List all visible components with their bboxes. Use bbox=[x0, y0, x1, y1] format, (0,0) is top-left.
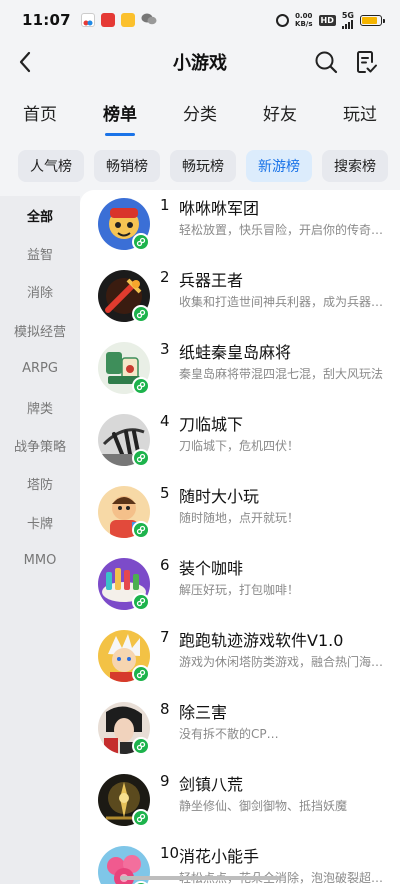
mini-program-badge-icon bbox=[132, 737, 150, 755]
yellow-app-notification-icon bbox=[120, 13, 135, 27]
status-time: 11:07 bbox=[22, 11, 71, 29]
my-games-button[interactable] bbox=[352, 48, 380, 76]
game-row[interactable]: 3 纸蛙秦皇岛麻将 秦皇岛麻将带混四混七混，刮大风玩法 bbox=[80, 334, 400, 406]
game-name: 纸蛙秦皇岛麻将 bbox=[179, 343, 292, 362]
battery-fill bbox=[362, 16, 378, 24]
game-row[interactable]: 1 咻咻咻军团 轻松放置，快乐冒险，开启你的传奇之旅 bbox=[80, 190, 400, 262]
category-simulation[interactable]: 模拟经营 bbox=[0, 311, 80, 349]
network-speed: 0.00 KB/s bbox=[295, 12, 312, 28]
game-name: 除三害 bbox=[179, 703, 228, 722]
game-row[interactable]: 6 装个咖啡 解压好玩，打包咖啡！ bbox=[80, 550, 400, 622]
checklist-icon bbox=[357, 51, 377, 73]
category-match[interactable]: 消除 bbox=[0, 273, 80, 311]
game-name: 剑镇八荒 bbox=[179, 775, 244, 794]
hd-badge: HD bbox=[318, 14, 336, 26]
game-name: 刀临城下 bbox=[179, 415, 244, 434]
status-indicators: 0.00 KB/s HD 5G bbox=[276, 10, 385, 29]
category-sidebar: 全部 益智 消除 模拟经营 ARPG 牌类 战争策略 塔防 卡牌 MMO bbox=[0, 196, 80, 884]
chip-search[interactable]: 搜索榜 bbox=[322, 150, 388, 182]
game-row[interactable]: 9 剑镇八荒 静坐修仙、御剑御物、抵挡妖魔 bbox=[80, 766, 400, 838]
page-title: 小游戏 bbox=[173, 53, 227, 74]
notification-icons bbox=[80, 11, 157, 30]
game-description: 静坐修仙、御剑御物、抵挡妖魔 bbox=[179, 799, 348, 813]
category-mmo[interactable]: MMO bbox=[0, 542, 80, 580]
status-bar: 11:07 0.00 KB/s HD 5G bbox=[0, 0, 400, 40]
main-tabs: 首页 榜单 分类 好友 玩过 bbox=[0, 92, 400, 138]
category-puzzle[interactable]: 益智 bbox=[0, 234, 80, 272]
network-type: 5G bbox=[341, 10, 354, 20]
alarm-icon bbox=[276, 13, 290, 27]
game-name: 消花小能手 bbox=[179, 847, 260, 866]
chip-new-games[interactable]: 新游榜 bbox=[246, 150, 312, 182]
tab-friends[interactable]: 好友 bbox=[240, 92, 320, 138]
mini-program-badge-icon bbox=[132, 665, 150, 683]
chevron-left-icon bbox=[19, 51, 31, 73]
tab-categories[interactable]: 分类 bbox=[160, 92, 240, 138]
search-button[interactable] bbox=[312, 48, 340, 76]
red-app-notification-icon bbox=[100, 13, 115, 27]
mini-program-badge-icon bbox=[132, 449, 150, 467]
game-row[interactable]: 4 刀临城下 刀临城下，危机四伏！ bbox=[80, 406, 400, 478]
mini-program-badge-icon bbox=[132, 593, 150, 611]
mini-program-badge-icon bbox=[132, 809, 150, 827]
game-description: 收集和打造世间神兵利器，成为兵器王者 bbox=[179, 295, 384, 309]
mini-program-badge-icon bbox=[132, 377, 150, 395]
tab-home[interactable]: 首页 bbox=[0, 92, 80, 138]
game-description: 游戏为休闲塔防类游戏，融合热门海岛元素 bbox=[179, 655, 384, 669]
tab-rankings[interactable]: 榜单 bbox=[80, 92, 160, 138]
game-row[interactable]: 8 除三害 没有拆不散的CP… bbox=[80, 694, 400, 766]
chip-popular[interactable]: 人气榜 bbox=[18, 150, 84, 182]
category-cards-classic[interactable]: 牌类 bbox=[0, 388, 80, 426]
game-description: 解压好玩，打包咖啡！ bbox=[179, 583, 300, 597]
network-speed-unit: KB/s bbox=[295, 20, 313, 28]
game-row[interactable]: 2 兵器王者 收集和打造世间神兵利器，成为兵器王者 bbox=[80, 262, 400, 334]
app-header: 小游戏 bbox=[0, 40, 400, 84]
category-ccg[interactable]: 卡牌 bbox=[0, 503, 80, 541]
game-description: 秦皇岛麻将带混四混七混，刮大风玩法 bbox=[179, 367, 384, 381]
chip-most-played[interactable]: 畅玩榜 bbox=[170, 150, 236, 182]
game-list: 1 咻咻咻军团 轻松放置，快乐冒险，开启你的传奇之旅 2 兵器王者 收集和打造世… bbox=[80, 190, 400, 884]
game-description: 刀临城下，危机四伏！ bbox=[179, 439, 300, 453]
mini-program-badge-icon bbox=[132, 305, 150, 323]
signal-icon: 5G bbox=[341, 10, 354, 29]
battery-icon bbox=[360, 14, 385, 26]
category-tower-defense[interactable]: 塔防 bbox=[0, 465, 80, 503]
game-name: 跑跑轨迹游戏软件V1.0 bbox=[179, 631, 344, 650]
wechat-notification-icon bbox=[141, 11, 157, 30]
mini-program-badge-icon bbox=[132, 521, 150, 539]
network-speed-value: 0.00 bbox=[295, 12, 313, 20]
game-description: 随时随地，点开就玩！ bbox=[179, 511, 300, 525]
mini-program-badge-icon bbox=[132, 233, 150, 251]
back-button[interactable] bbox=[12, 48, 40, 76]
category-all[interactable]: 全部 bbox=[0, 196, 80, 234]
game-description: 没有拆不散的CP… bbox=[179, 727, 279, 741]
tab-played[interactable]: 玩过 bbox=[320, 92, 400, 138]
game-description: 轻松放置，快乐冒险，开启你的传奇之旅 bbox=[179, 223, 384, 237]
chip-bestselling[interactable]: 畅销榜 bbox=[94, 150, 160, 182]
game-name: 咻咻咻军团 bbox=[179, 199, 260, 218]
game-row[interactable]: 5 随时大小玩 随时随地，点开就玩！ bbox=[80, 478, 400, 550]
game-name: 装个咖啡 bbox=[179, 559, 244, 578]
category-arpg[interactable]: ARPG bbox=[0, 350, 80, 388]
category-strategy[interactable]: 战争策略 bbox=[0, 426, 80, 464]
game-name: 兵器王者 bbox=[179, 271, 244, 290]
game-row[interactable]: 7 跑跑轨迹游戏软件V1.0 游戏为休闲塔防类游戏，融合热门海岛元素 bbox=[80, 622, 400, 694]
ranking-type-chips: 人气榜 畅销榜 畅玩榜 新游榜 搜索榜 bbox=[18, 150, 400, 184]
home-indicator[interactable] bbox=[120, 876, 280, 880]
app-notification-icon bbox=[80, 13, 95, 27]
game-name: 随时大小玩 bbox=[179, 487, 260, 506]
search-icon bbox=[315, 51, 338, 74]
